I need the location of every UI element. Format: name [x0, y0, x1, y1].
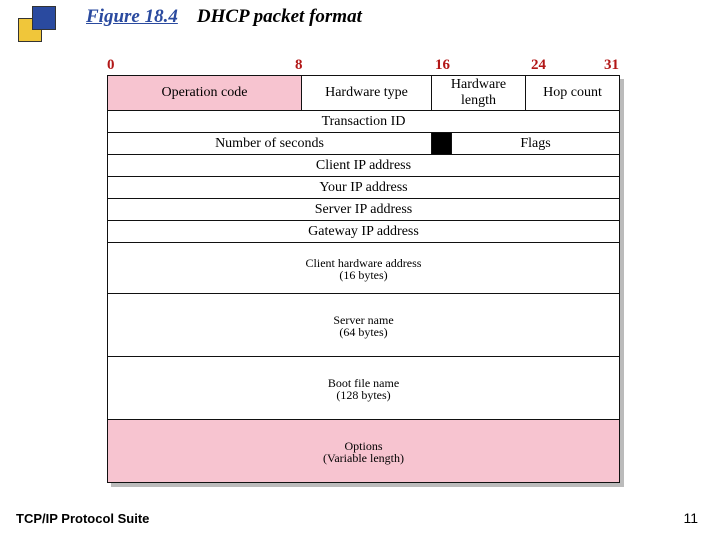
footer-text: TCP/IP Protocol Suite	[16, 511, 149, 526]
field-hardware-type: Hardware type	[302, 76, 432, 111]
field-your-ip: Your IP address	[108, 177, 620, 199]
bit-16: 16	[435, 57, 450, 74]
bit-8: 8	[295, 57, 303, 74]
packet-diagram: 0 8 16 24 31 Operation code Hardware typ…	[107, 57, 619, 483]
field-options: Options (Variable length)	[108, 420, 620, 483]
field-hop-count: Hop count	[526, 76, 620, 111]
field-flags: Flags	[452, 133, 620, 155]
figure-caption: DHCP packet format	[197, 6, 362, 27]
field-seconds: Number of seconds	[108, 133, 432, 155]
field-boot-file: Boot file name (128 bytes)	[108, 357, 620, 420]
chaddr-line2: (16 bytes)	[339, 268, 387, 282]
field-gateway-ip: Gateway IP address	[108, 221, 620, 243]
field-client-ip: Client IP address	[108, 155, 620, 177]
bit-24: 24	[531, 57, 546, 74]
bit-31: 31	[604, 57, 619, 74]
sname-line2: (64 bytes)	[339, 325, 387, 339]
slide-title: Figure 18.4 DHCP packet format	[86, 6, 362, 28]
opt-line2: (Variable length)	[323, 451, 404, 465]
field-server-name: Server name (64 bytes)	[108, 294, 620, 357]
field-operation-code: Operation code	[108, 76, 302, 111]
bit-ruler: 0 8 16 24 31	[107, 57, 619, 75]
field-server-ip: Server IP address	[108, 199, 620, 221]
bootf-line2: (128 bytes)	[336, 388, 390, 402]
flags-highbit-bar	[432, 133, 452, 155]
slide-bullet-icon	[18, 6, 54, 42]
field-client-hw-addr: Client hardware address (16 bytes)	[108, 243, 620, 294]
field-hardware-length: Hardware length	[432, 76, 526, 111]
bit-0: 0	[107, 57, 115, 74]
figure-number: Figure 18.4	[86, 6, 178, 27]
field-transaction-id: Transaction ID	[108, 111, 620, 133]
page-number: 11	[683, 510, 698, 526]
packet-table: Operation code Hardware type Hardware le…	[107, 75, 620, 483]
